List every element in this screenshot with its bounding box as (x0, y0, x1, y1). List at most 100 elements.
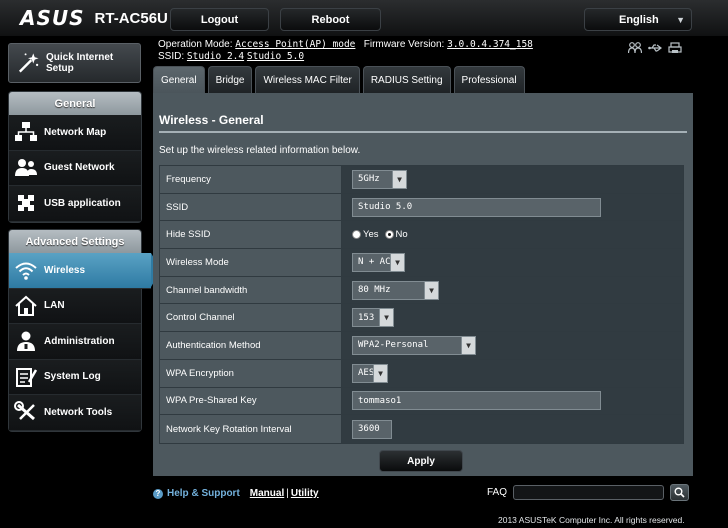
page-description: Set up the wireless related information … (159, 145, 361, 156)
hide-ssid-radio-group: Yes No (352, 229, 408, 240)
tab-bar: General Bridge Wireless MAC Filter RADIU… (153, 66, 525, 93)
tab-professional[interactable]: Professional (453, 66, 525, 93)
wireless-mode-value: N + AC (358, 257, 391, 268)
frequency-value: 5GHz (358, 174, 380, 185)
sidebar-item-wireless[interactable]: Wireless (9, 253, 161, 289)
search-icon (674, 487, 685, 498)
language-value: English (619, 13, 659, 26)
title-divider (159, 131, 687, 133)
page-title: Wireless - General (159, 113, 264, 127)
model-name: RT-AC56U (94, 9, 168, 27)
usb-application-icon (18, 195, 34, 212)
form-row-frequency: Frequency 5GHz ▼ (160, 166, 683, 194)
footer: ? Help & Support Manual | Utility FAQ 20… (0, 481, 728, 528)
key-rotation-input[interactable]: 3600 (352, 419, 392, 439)
sidebar-item-label: System Log (44, 371, 101, 383)
link-separator: | (286, 488, 289, 499)
sidebar-item-administration[interactable]: Administration (9, 324, 141, 360)
form-row-hide-ssid: Hide SSID Yes No (160, 221, 683, 250)
faq-search-input[interactable] (513, 485, 664, 500)
hide-ssid-label: Hide SSID (160, 221, 342, 249)
usb-icon[interactable] (648, 42, 662, 54)
ssid-info: SSID: Studio 2.4 Studio 5.0 (158, 51, 304, 62)
general-menu-title: General (9, 92, 141, 115)
ssid-field-label: SSID (160, 193, 342, 221)
sidebar-item-system-log[interactable]: System Log (9, 359, 141, 395)
form-row-wpa-psk: WPA Pre-Shared Key tommaso1 (160, 387, 683, 416)
auth-method-label: Authentication Method (160, 332, 342, 359)
firmware-label: Firmware Version: (363, 39, 445, 50)
frequency-select[interactable]: 5GHz ▼ (352, 169, 407, 189)
faq-search-button[interactable] (670, 484, 689, 501)
general-menu: General Network Map Guest Network USB ap… (8, 91, 142, 223)
logo: ASUS RT-AC56U (20, 6, 168, 30)
hide-ssid-no-radio[interactable] (384, 230, 394, 240)
settings-form: Frequency 5GHz ▼ SSID Studio 5.0 Hide SS… (159, 165, 684, 444)
hide-ssid-yes-label: Yes (363, 229, 379, 241)
chevron-down-icon: ▼ (461, 336, 475, 354)
printer-icon[interactable] (668, 42, 682, 54)
wpa-psk-input[interactable]: tommaso1 (352, 391, 601, 411)
quick-internet-setup-button[interactable]: Quick Internet Setup (8, 43, 141, 83)
ssid-input[interactable]: Studio 5.0 (352, 197, 601, 217)
help-links: ? Help & Support Manual | Utility (153, 488, 319, 499)
chevron-down-icon: ▼ (390, 253, 404, 271)
operation-mode-label: Operation Mode: (158, 39, 233, 50)
copyright: 2013 ASUSTeK Computer Inc. All rights re… (498, 515, 685, 525)
key-rotation-label: Network Key Rotation Interval (160, 415, 342, 443)
lan-icon (15, 295, 37, 316)
tab-wireless-mac-filter[interactable]: Wireless MAC Filter (255, 66, 360, 93)
status-icons (628, 42, 682, 54)
clients-icon[interactable] (628, 42, 642, 54)
help-support-label: Help & Support (167, 488, 240, 499)
language-select[interactable]: English ▼ (584, 8, 692, 31)
administration-icon (17, 331, 35, 352)
control-channel-select[interactable]: 153 ▼ (352, 308, 394, 328)
operation-mode-link[interactable]: Access Point(AP) mode (235, 39, 355, 50)
tab-bridge[interactable]: Bridge (207, 66, 253, 93)
sidebar-item-label: Wireless (44, 264, 86, 276)
utility-link[interactable]: Utility (291, 488, 319, 499)
sidebar-item-label: LAN (44, 300, 65, 312)
chevron-down-icon: ▼ (373, 364, 387, 382)
wireless-mode-select[interactable]: N + AC ▼ (352, 252, 405, 272)
hide-ssid-yes-radio[interactable] (352, 230, 361, 240)
firmware-link[interactable]: 3.0.0.4.374_158 (447, 39, 533, 50)
sidebar-item-label: Administration (44, 335, 115, 347)
logout-button[interactable]: Logout (170, 8, 269, 31)
brand-logo: ASUS (20, 6, 85, 30)
network-map-icon (15, 122, 37, 142)
top-bar: ASUS RT-AC56U Logout Reboot English ▼ (0, 0, 728, 36)
reboot-button[interactable]: Reboot (280, 8, 381, 31)
quick-internet-setup-label: Quick Internet Setup (46, 52, 114, 74)
chevron-down-icon: ▼ (392, 170, 406, 188)
sidebar-item-network-tools[interactable]: Network Tools (9, 395, 141, 431)
wpa-psk-label: WPA Pre-Shared Key (160, 387, 342, 415)
help-icon: ? (153, 488, 163, 499)
wireless-mode-label: Wireless Mode (160, 249, 342, 276)
apply-button[interactable]: Apply (379, 450, 463, 472)
wpa-encryption-value: AES (358, 368, 375, 379)
tab-general[interactable]: General (153, 66, 205, 93)
sidebar-item-network-map[interactable]: Network Map (9, 115, 141, 151)
sidebar-item-usb-application[interactable]: USB application (9, 186, 141, 222)
system-log-icon (16, 367, 38, 387)
advanced-settings-menu: Advanced Settings Wireless LAN Administr… (8, 229, 161, 432)
faq-label: FAQ (487, 487, 508, 498)
sidebar-item-guest-network[interactable]: Guest Network (9, 150, 141, 186)
form-row-wireless-mode: Wireless Mode N + AC ▼ (160, 249, 683, 277)
auth-method-select[interactable]: WPA2-Personal ▼ (352, 335, 476, 355)
form-row-channel-bandwidth: Channel bandwidth 80 MHz ▼ (160, 276, 683, 305)
ssid-label: SSID: (158, 51, 185, 62)
chevron-down-icon: ▼ (424, 281, 438, 299)
channel-bandwidth-select[interactable]: 80 MHz ▼ (352, 280, 439, 300)
tab-radius-setting[interactable]: RADIUS Setting (362, 66, 451, 93)
chevron-down-icon: ▼ (676, 15, 685, 25)
chevron-down-icon: ▼ (379, 309, 393, 327)
ssid-link-24[interactable]: Studio 2.4 (187, 51, 244, 62)
sidebar-item-lan[interactable]: LAN (9, 288, 141, 324)
manual-link[interactable]: Manual (250, 488, 284, 499)
wpa-encryption-label: WPA Encryption (160, 359, 342, 387)
ssid-link-50[interactable]: Studio 5.0 (247, 51, 304, 62)
wpa-encryption-select[interactable]: AES ▼ (352, 363, 388, 383)
